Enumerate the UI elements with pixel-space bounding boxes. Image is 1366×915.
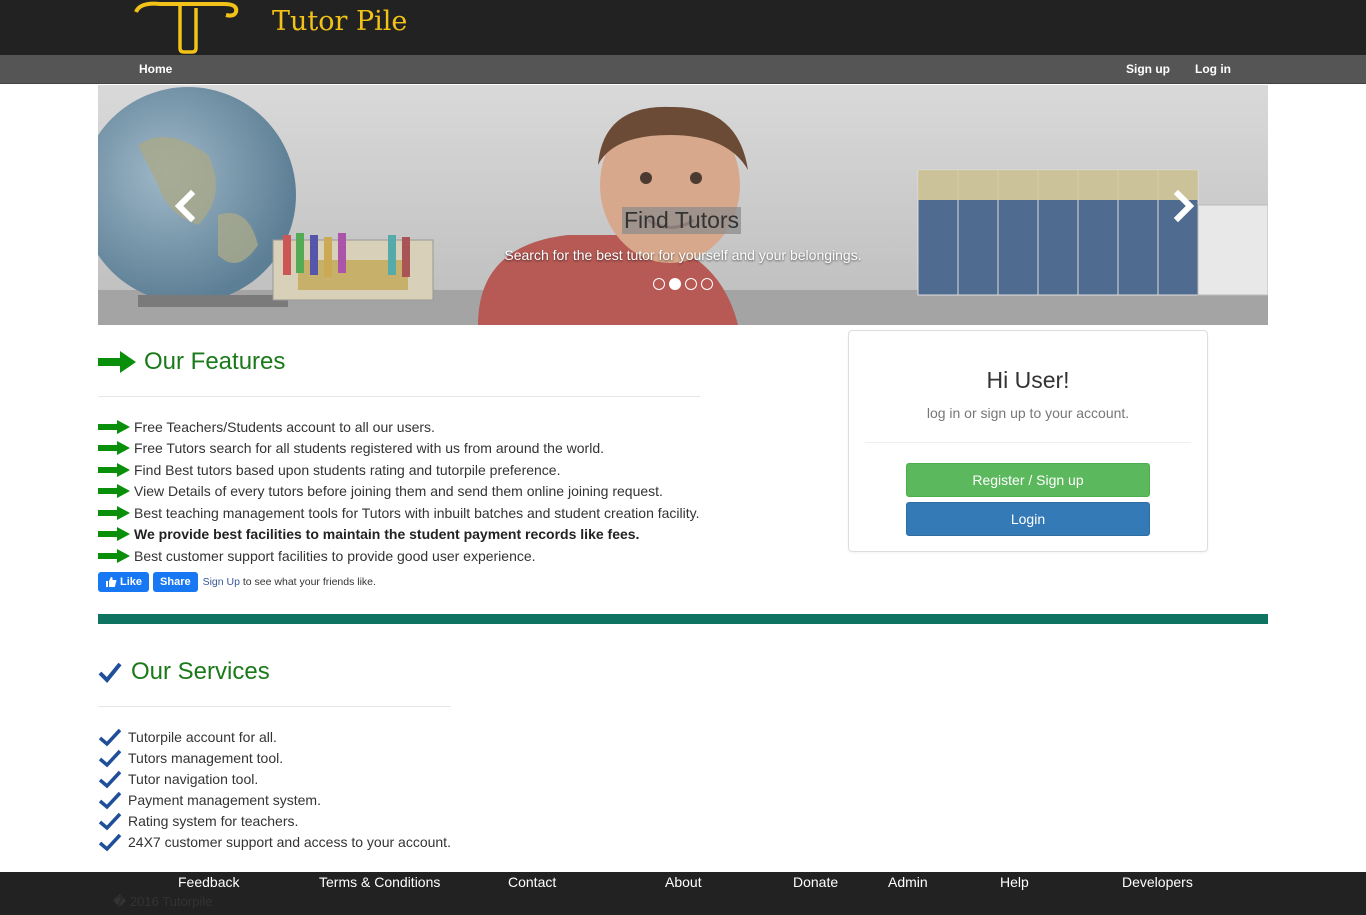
site-footer: Feedback Terms & Conditions Contact Abou… bbox=[0, 872, 1366, 915]
carousel-caption-title: Find Tutors bbox=[622, 207, 742, 234]
features-list: Free Teachers/Students account to all ou… bbox=[98, 416, 700, 567]
footer-help-link[interactable]: Help bbox=[1000, 874, 1029, 890]
panel-divider bbox=[865, 442, 1191, 443]
carousel-indicator[interactable] bbox=[653, 278, 665, 290]
list-item: Best teaching management tools for Tutor… bbox=[98, 502, 700, 524]
list-item: Tutorpile account for all. bbox=[98, 726, 451, 747]
tutor-pile-logo[interactable] bbox=[132, 0, 240, 54]
checkmark-icon bbox=[98, 749, 122, 767]
copyright-text: � 2016 Tutorpile bbox=[113, 894, 213, 909]
list-item: We provide best facilities to maintain t… bbox=[98, 524, 700, 546]
list-item: Free Tutors search for all students regi… bbox=[98, 438, 700, 460]
features-heading: Our Features bbox=[98, 348, 285, 376]
list-item: Free Teachers/Students account to all ou… bbox=[98, 416, 700, 438]
chevron-right-icon[interactable] bbox=[1168, 188, 1198, 224]
footer-feedback-link[interactable]: Feedback bbox=[178, 874, 239, 890]
footer-contact-link[interactable]: Contact bbox=[508, 874, 556, 890]
site-title[interactable]: Tutor Pile bbox=[272, 6, 407, 37]
carousel-indicators bbox=[653, 278, 713, 290]
arrow-right-icon bbox=[98, 484, 130, 499]
services-heading-text: Our Services bbox=[131, 658, 270, 685]
features-divider bbox=[98, 396, 700, 397]
checkmark-icon bbox=[98, 662, 122, 683]
main-navbar: Home Sign up Log in bbox=[0, 55, 1366, 84]
facebook-share-button[interactable]: Share bbox=[153, 572, 198, 592]
panel-title: Hi User! bbox=[986, 367, 1070, 393]
arrow-right-icon bbox=[98, 351, 136, 373]
services-divider bbox=[98, 706, 451, 707]
facebook-like-button[interactable]: Like bbox=[98, 572, 150, 592]
carousel-indicator[interactable] bbox=[701, 278, 713, 290]
carousel-indicator-active[interactable] bbox=[669, 278, 681, 290]
arrow-right-icon bbox=[98, 505, 130, 520]
list-item: 24X7 customer support and access to your… bbox=[98, 831, 451, 852]
user-login-panel: Hi User! log in or sign up to your accou… bbox=[848, 330, 1208, 552]
arrow-right-icon bbox=[98, 548, 130, 563]
nav-home-link[interactable]: Home bbox=[139, 62, 172, 76]
facebook-social-row: Like Share Sign Up to see what your frie… bbox=[98, 572, 376, 592]
services-list: Tutorpile account for all. Tutors manage… bbox=[98, 726, 451, 852]
login-button[interactable]: Login bbox=[906, 502, 1150, 536]
nav-login-link[interactable]: Log in bbox=[1195, 62, 1231, 76]
arrow-right-icon bbox=[98, 419, 130, 434]
section-divider-bar bbox=[98, 614, 1268, 624]
carousel-caption-text: Search for the best tutor for yourself a… bbox=[504, 247, 862, 263]
services-heading: Our Services bbox=[98, 658, 270, 686]
checkmark-icon bbox=[98, 833, 122, 851]
footer-donate-link[interactable]: Donate bbox=[793, 874, 838, 890]
nav-signup-link[interactable]: Sign up bbox=[1126, 62, 1170, 76]
facebook-signup-text: Sign Up to see what your friends like. bbox=[202, 576, 376, 588]
thumbs-up-icon bbox=[106, 577, 117, 587]
arrow-right-icon bbox=[98, 527, 130, 542]
register-button[interactable]: Register / Sign up bbox=[906, 463, 1150, 497]
checkmark-icon bbox=[98, 728, 122, 746]
arrow-right-icon bbox=[98, 462, 130, 477]
list-item: Tutors management tool. bbox=[98, 747, 451, 768]
checkmark-icon bbox=[98, 770, 122, 788]
footer-terms-link[interactable]: Terms & Conditions bbox=[319, 874, 440, 890]
carousel-indicator[interactable] bbox=[685, 278, 697, 290]
checkmark-icon bbox=[98, 812, 122, 830]
list-item: Rating system for teachers. bbox=[98, 810, 451, 831]
features-heading-text: Our Features bbox=[144, 348, 286, 375]
footer-about-link[interactable]: About bbox=[665, 874, 702, 890]
list-item: Best customer support facilities to prov… bbox=[98, 545, 700, 567]
panel-subtitle: log in or sign up to your account. bbox=[926, 405, 1130, 421]
facebook-signup-link[interactable]: Sign Up bbox=[203, 576, 240, 588]
list-item: View Details of every tutors before join… bbox=[98, 481, 700, 503]
chevron-left-icon[interactable] bbox=[171, 188, 201, 224]
footer-developers-link[interactable]: Developers bbox=[1122, 874, 1193, 890]
arrow-right-icon bbox=[98, 441, 130, 456]
checkmark-icon bbox=[98, 791, 122, 809]
list-item: Find Best tutors based upon students rat… bbox=[98, 459, 700, 481]
list-item: Tutor navigation tool. bbox=[98, 768, 451, 789]
list-item: Payment management system. bbox=[98, 789, 451, 810]
top-header: Tutor Pile bbox=[0, 0, 1366, 55]
footer-admin-link[interactable]: Admin bbox=[888, 874, 928, 890]
